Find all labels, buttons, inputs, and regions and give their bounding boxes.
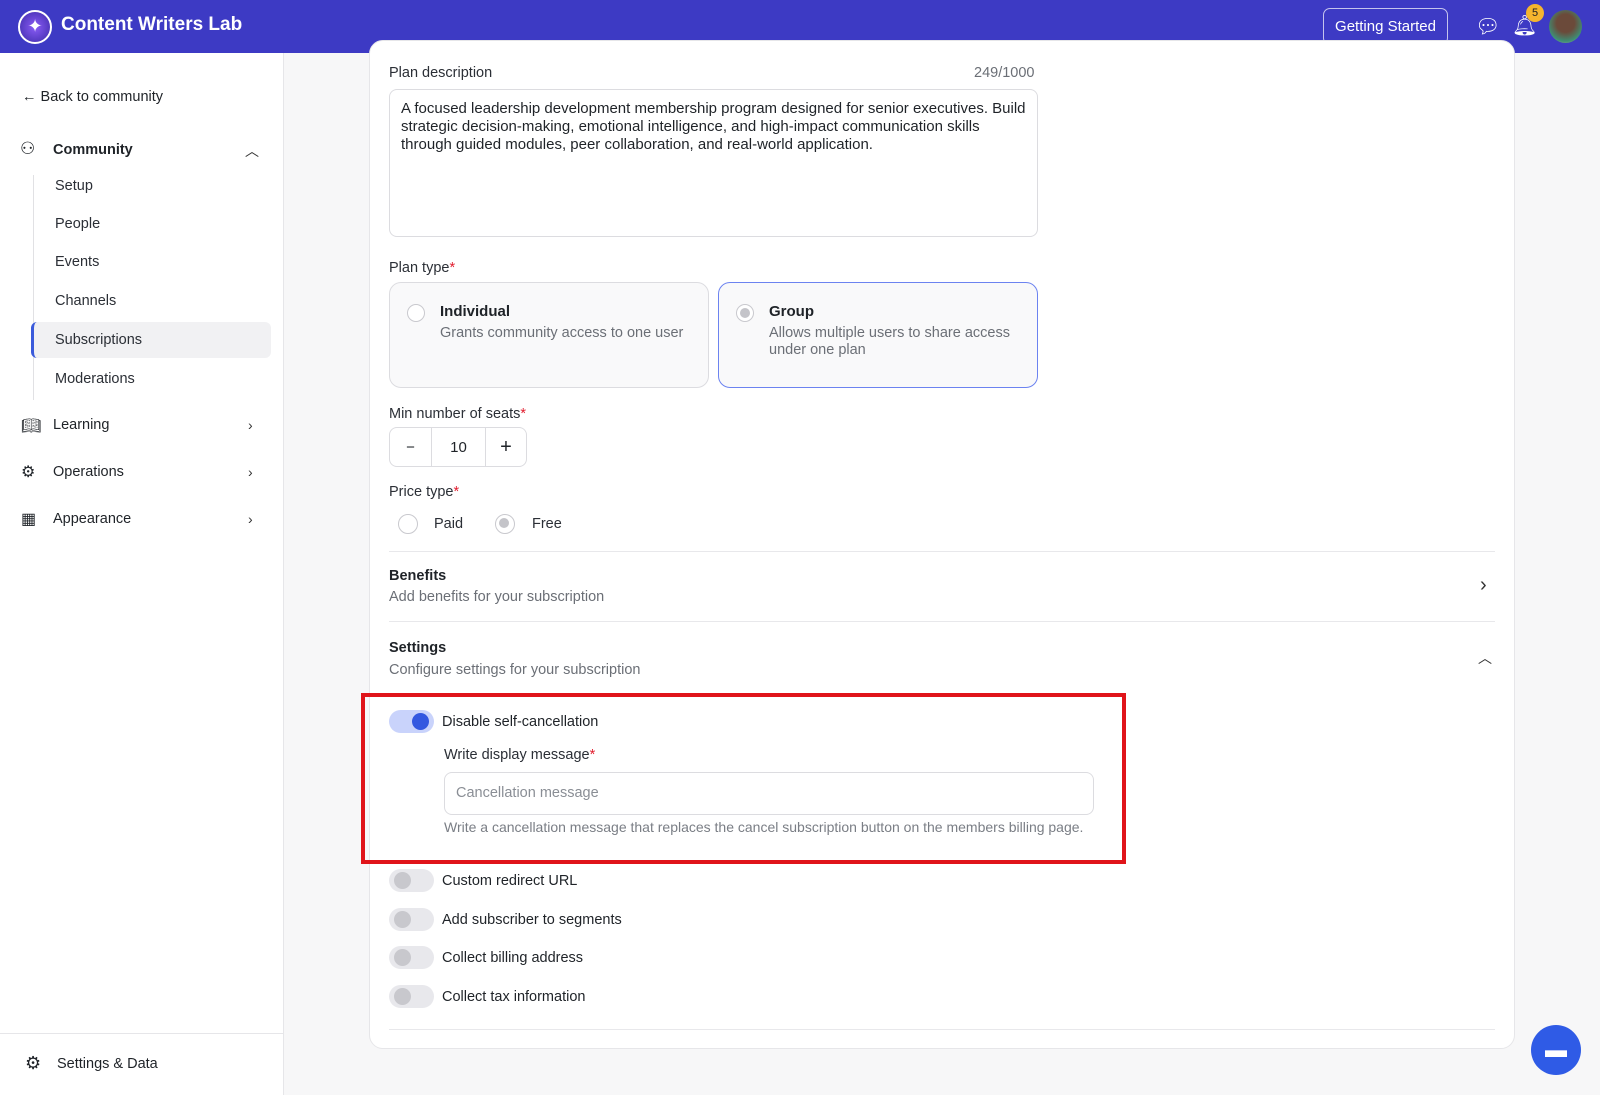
operations-icon: ⚙︎ (21, 464, 36, 481)
app-title: Content Writers Lab (61, 14, 243, 35)
back-to-community-link[interactable]: ← Back to community (22, 89, 163, 105)
required-mark: * (453, 484, 460, 500)
appearance-icon: ▦ (21, 511, 37, 528)
toggle-custom-redirect-url[interactable] (389, 869, 434, 892)
sidebar-item-people[interactable]: People (55, 216, 100, 232)
divider (389, 621, 1495, 622)
plan-type-title: Individual (440, 303, 511, 320)
plan-type-desc: Allows multiple users to share access un… (769, 325, 1010, 358)
sidebar (0, 53, 284, 1095)
plan-type-desc: Grants community access to one user (440, 325, 684, 341)
toggle-add-subscriber-segments[interactable] (389, 908, 434, 931)
cancellation-help-text: Write a cancellation message that replac… (444, 819, 1084, 835)
price-paid-label[interactable]: Paid (434, 516, 463, 532)
toggle-label: Add subscriber to segments (442, 912, 622, 928)
avatar[interactable] (1549, 10, 1582, 43)
notification-badge: 5 (1526, 4, 1544, 22)
seats-label: Min number of seats* (389, 406, 526, 422)
required-mark: * (449, 260, 456, 276)
plan-description-textarea[interactable]: A focused leadership development members… (389, 89, 1038, 237)
plan-type-title: Group (769, 303, 814, 320)
sidebar-item-setup[interactable]: Setup (55, 178, 93, 194)
book-icon: 📖︎ (21, 418, 42, 435)
logo-icon: ✦ (18, 10, 52, 44)
display-message-label: Write display message* (444, 747, 595, 763)
sidebar-item-operations[interactable]: Operations (53, 464, 124, 480)
toggle-label: Collect billing address (442, 950, 584, 966)
required-mark: * (589, 747, 596, 763)
sidebar-item-channels[interactable]: Channels (55, 293, 116, 309)
chevron-right-icon[interactable]: › (248, 464, 253, 480)
settings-title[interactable]: Settings (389, 640, 446, 656)
sidebar-divider (0, 1033, 284, 1034)
gear-icon: ⚙ (25, 1053, 42, 1073)
price-type-label: Price type* (389, 484, 459, 500)
char-count: 249/1000 (974, 65, 1035, 81)
benefits-subtitle: Add benefits for your subscription (389, 589, 605, 605)
decrement-button[interactable]: − (390, 428, 432, 466)
arrow-left-icon: ← (22, 89, 37, 105)
sidebar-item-appearance[interactable]: Appearance (53, 511, 131, 527)
settings-data-link[interactable]: Settings & Data (57, 1056, 158, 1072)
sidebar-item-events[interactable]: Events (55, 254, 99, 270)
radio-free[interactable] (495, 514, 515, 534)
back-label: Back to community (40, 89, 164, 105)
chat-support-button[interactable]: ▬ (1531, 1025, 1581, 1075)
chevron-right-icon[interactable]: › (248, 417, 253, 433)
toggle-label: Disable self-cancellation (442, 714, 599, 730)
benefits-title[interactable]: Benefits (389, 568, 446, 584)
toggle-disable-self-cancellation[interactable] (389, 710, 434, 733)
settings-subtitle: Configure settings for your subscription (389, 662, 641, 678)
plan-type-individual[interactable]: Individual Grants community access to one… (389, 282, 709, 388)
toggle-label: Collect tax information (442, 989, 586, 1005)
sidebar-item-learning[interactable]: Learning (53, 417, 109, 433)
radio-paid[interactable] (398, 514, 418, 534)
subnav-line (33, 175, 34, 400)
radio-group[interactable] (736, 304, 754, 322)
sidebar-item-moderations[interactable]: Moderations (55, 371, 135, 387)
price-type-text: Price type (389, 484, 454, 500)
toggle-label: Custom redirect URL (442, 873, 578, 889)
required-mark: * (520, 406, 527, 422)
price-free-label[interactable]: Free (532, 516, 562, 532)
plan-description-label: Plan description (389, 65, 493, 81)
plan-type-text: Plan type (389, 260, 450, 276)
sidebar-item-community[interactable]: Community (53, 142, 133, 158)
sidebar-item-subscriptions[interactable]: Subscriptions (55, 332, 142, 348)
increment-button[interactable]: + (486, 428, 526, 466)
community-icon: ⚇ (20, 139, 36, 158)
seats-input[interactable]: 10 (432, 428, 486, 466)
toggle-collect-tax-information[interactable] (389, 985, 434, 1008)
seats-stepper: − 10 + (389, 427, 527, 467)
chevron-up-icon[interactable]: ︿ (245, 141, 259, 161)
seats-text: Min number of seats (389, 406, 521, 422)
divider (389, 1029, 1495, 1030)
chevron-up-icon[interactable]: ︿ (1478, 648, 1492, 668)
cancellation-message-input[interactable]: Cancellation message (444, 772, 1094, 815)
chat-icon[interactable]: 💬︎ (1475, 14, 1500, 39)
radio-individual[interactable] (407, 304, 425, 322)
display-message-text: Write display message (444, 747, 590, 763)
divider (389, 551, 1495, 552)
chevron-right-icon[interactable]: › (248, 511, 253, 527)
plan-type-label: Plan type* (389, 260, 455, 276)
toggle-collect-billing-address[interactable] (389, 946, 434, 969)
plan-type-group[interactable]: Group Allows multiple users to share acce… (718, 282, 1038, 388)
chevron-right-icon[interactable]: › (1480, 574, 1487, 597)
